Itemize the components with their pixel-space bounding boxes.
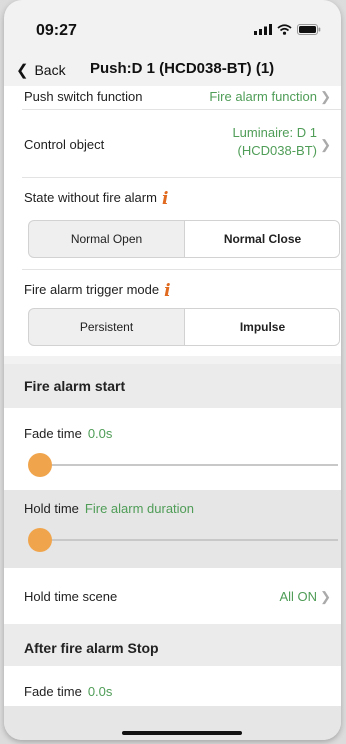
cellular-signal-icon (254, 24, 272, 35)
page-title: Push:D 1 (HCD038-BT) (1) (90, 60, 275, 77)
trigger-segmented-control: Persistent Impulse (28, 308, 340, 346)
push-switch-value: Fire alarm function (209, 89, 317, 104)
fade-time-value: 0.0s (87, 684, 113, 699)
row-state-without-fire-alarm: State without fire alarm i Normal Open No… (4, 178, 341, 270)
fade-time-label: Fade time 0.0s (24, 426, 112, 441)
hold-time-slider-thumb[interactable] (28, 528, 52, 552)
segment-normal-open[interactable]: Normal Open (29, 221, 184, 257)
navigation-bar: ❮ Back Push:D 1 (HCD038-BT) (1) (4, 54, 341, 86)
fade-time-slider-thumb[interactable] (28, 453, 52, 477)
segment-impulse[interactable]: Impulse (184, 309, 339, 345)
hold-time-value: Fire alarm duration (84, 501, 195, 516)
chevron-right-icon: ❯ (320, 137, 331, 152)
control-object-value-line2: (HCD038-BT) (237, 143, 317, 158)
home-indicator (122, 731, 242, 735)
chevron-left-icon: ❮ (16, 62, 29, 79)
fade-time-slider-track[interactable] (40, 464, 338, 466)
fade-time-text: Fade time (24, 684, 82, 699)
section-header-fire-alarm-start: Fire alarm start (4, 364, 341, 408)
section-title: Fire alarm start (24, 378, 126, 394)
info-icon[interactable]: i (162, 191, 168, 208)
trigger-mode-text: Fire alarm trigger mode (24, 282, 160, 297)
chevron-right-icon: ❯ (320, 589, 331, 604)
status-time: 09:27 (36, 22, 77, 39)
state-without-alarm-label: State without fire alarm i (24, 190, 168, 208)
status-icons (254, 24, 321, 35)
info-icon[interactable]: i (164, 283, 170, 300)
wifi-icon (277, 24, 292, 35)
push-switch-label: Push switch function (24, 89, 143, 104)
battery-icon (297, 24, 321, 35)
hold-time-slider-track[interactable] (40, 539, 338, 541)
row-fade-time-start: Fade time 0.0s (4, 408, 341, 490)
back-button[interactable]: ❮ Back (16, 61, 66, 79)
row-fire-alarm-trigger-mode: Fire alarm trigger mode i Persistent Impu… (4, 270, 341, 356)
row-control-object[interactable]: Control object Luminaire: D 1 (HCD038-BT… (4, 110, 341, 178)
row-fade-time-after-stop: Fade time 0.0s (4, 666, 341, 706)
segment-normal-close[interactable]: Normal Close (184, 221, 339, 257)
row-hold-time-scene[interactable]: Hold time scene All ON ❯ (4, 568, 341, 624)
control-object-value: Luminaire: D 1 (HCD038-BT) (232, 124, 317, 160)
fade-time-value: 0.0s (87, 426, 113, 441)
status-bar: 09:27 (4, 0, 341, 44)
row-hold-time: Hold time Fire alarm duration (4, 490, 341, 568)
phone-screen: 09:27 ❮ Back Push:D 1 (HCD038-BT) (1) Pu… (4, 0, 341, 740)
chevron-right-icon: ❯ (320, 89, 331, 104)
section-title: After fire alarm Stop (24, 640, 159, 656)
control-object-label: Control object (24, 137, 105, 152)
hold-time-label: Hold time Fire alarm duration (24, 501, 194, 516)
segment-persistent[interactable]: Persistent (29, 309, 184, 345)
fade-time-text: Fade time (24, 426, 82, 441)
hold-time-scene-value: All ON (279, 589, 317, 604)
state-segmented-control: Normal Open Normal Close (28, 220, 340, 258)
section-header-after-fire-alarm-stop: After fire alarm Stop (4, 624, 341, 666)
hold-time-text: Hold time (24, 501, 79, 516)
row-push-switch-function[interactable]: Push switch function Fire alarm function… (4, 86, 341, 110)
control-object-value-line1: Luminaire: D 1 (232, 125, 317, 140)
trigger-mode-label: Fire alarm trigger mode i (24, 282, 171, 300)
fade-time-label: Fade time 0.0s (24, 684, 112, 699)
hold-time-scene-label: Hold time scene (24, 589, 118, 604)
state-without-alarm-text: State without fire alarm (24, 190, 157, 205)
back-label: Back (34, 62, 66, 78)
